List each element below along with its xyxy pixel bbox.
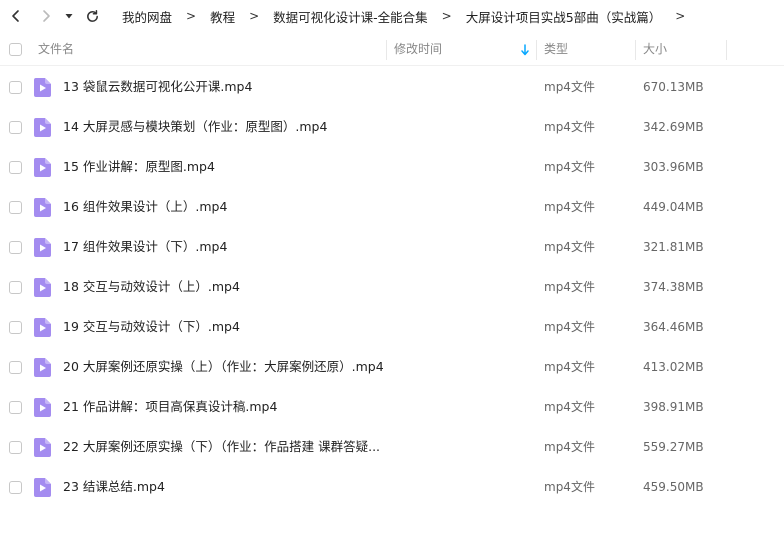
caret-down-icon [65,14,73,19]
file-size: 449.04MB [643,200,704,214]
file-size: 342.69MB [643,120,704,134]
file-size: 374.38MB [643,280,704,294]
breadcrumb-item-tutorials[interactable]: 教程 [210,7,235,26]
row-checkbox[interactable] [9,321,22,334]
row-checkbox[interactable] [9,441,22,454]
file-name[interactable]: 17 组件效果设计（下）.mp4 [63,227,227,267]
video-file-icon [34,478,51,497]
table-row[interactable]: 19 交互与动效设计（下）.mp4 mp4文件 364.46MB [0,307,784,347]
file-type: mp4文件 [544,160,595,174]
column-divider[interactable] [536,40,537,60]
column-header-type[interactable]: 类型 [544,33,568,66]
file-list-header: 文件名 修改时间 类型 大小 [0,33,784,66]
row-checkbox[interactable] [9,481,22,494]
table-row[interactable]: 13 袋鼠云数据可视化公开课.mp4 mp4文件 670.13MB [0,67,784,107]
select-all-checkbox[interactable] [9,43,22,56]
column-divider[interactable] [635,40,636,60]
breadcrumb: 我的网盘 > 教程 > 数据可视化设计课-全能合集 > 大屏设计项目实战5部曲（… [122,0,699,32]
table-row[interactable]: 16 组件效果设计（上）.mp4 mp4文件 449.04MB [0,187,784,227]
video-file-icon [34,278,51,297]
file-size: 398.91MB [643,400,704,414]
file-name[interactable]: 18 交互与动效设计（上）.mp4 [63,267,240,307]
file-size: 670.13MB [643,80,704,94]
video-file-icon [34,158,51,177]
file-size: 413.02MB [643,360,704,374]
row-checkbox[interactable] [9,281,22,294]
video-file-icon [34,398,51,417]
file-name[interactable]: 20 大屏案例还原实操（上）（作业：大屏案例还原）.mp4 [63,347,384,387]
file-size: 559.27MB [643,440,704,454]
breadcrumb-separator[interactable]: > [675,9,685,23]
file-name[interactable]: 16 组件效果设计（上）.mp4 [63,187,227,227]
file-type: mp4文件 [544,120,595,134]
breadcrumb-separator: > [249,9,260,23]
video-file-icon [34,78,51,97]
back-button[interactable] [4,4,28,28]
row-checkbox[interactable] [9,81,22,94]
file-name[interactable]: 22 大屏案例还原实操（下）（作业：作品搭建 课群答疑... [63,427,380,467]
refresh-button[interactable] [80,4,104,28]
file-type: mp4文件 [544,200,595,214]
chevron-left-icon [12,10,19,22]
row-checkbox[interactable] [9,401,22,414]
column-header-name[interactable]: 文件名 [38,33,74,66]
chevron-right-icon [43,10,50,22]
row-checkbox[interactable] [9,361,22,374]
file-name[interactable]: 23 结课总结.mp4 [63,467,165,507]
history-dropdown-button[interactable] [59,4,79,28]
file-type: mp4文件 [544,80,595,94]
file-size: 459.50MB [643,480,704,494]
video-file-icon [34,198,51,217]
file-type: mp4文件 [544,400,595,414]
breadcrumb-separator: > [441,9,452,23]
file-name[interactable]: 21 作品讲解：项目高保真设计稿.mp4 [63,387,277,427]
sort-descending-icon[interactable] [520,44,530,56]
column-divider[interactable] [726,40,727,60]
row-checkbox[interactable] [9,161,22,174]
column-divider[interactable] [386,40,387,60]
breadcrumb-item-my-drive[interactable]: 我的网盘 [122,7,172,26]
file-name[interactable]: 15 作业讲解：原型图.mp4 [63,147,215,187]
file-name[interactable]: 13 袋鼠云数据可视化公开课.mp4 [63,67,252,107]
file-type: mp4文件 [544,360,595,374]
breadcrumb-item-course-collection[interactable]: 数据可视化设计课-全能合集 [273,7,428,26]
row-checkbox[interactable] [9,241,22,254]
row-checkbox[interactable] [9,121,22,134]
file-type: mp4文件 [544,280,595,294]
video-file-icon [34,118,51,137]
video-file-icon [34,438,51,457]
table-row[interactable]: 18 交互与动效设计（上）.mp4 mp4文件 374.38MB [0,267,784,307]
table-row[interactable]: 14 大屏灵感与模块策划（作业：原型图）.mp4 mp4文件 342.69MB [0,107,784,147]
column-header-modified[interactable]: 修改时间 [394,33,442,66]
table-row[interactable]: 22 大屏案例还原实操（下）（作业：作品搭建 课群答疑... mp4文件 559… [0,427,784,467]
table-row[interactable]: 17 组件效果设计（下）.mp4 mp4文件 321.81MB [0,227,784,267]
table-row[interactable]: 23 结课总结.mp4 mp4文件 459.50MB [0,467,784,507]
refresh-icon [86,9,98,22]
file-size: 303.96MB [643,160,704,174]
table-row[interactable]: 21 作品讲解：项目高保真设计稿.mp4 mp4文件 398.91MB [0,387,784,427]
breadcrumb-separator: > [186,9,197,23]
row-checkbox[interactable] [9,201,22,214]
video-file-icon [34,318,51,337]
table-row[interactable]: 20 大屏案例还原实操（上）（作业：大屏案例还原）.mp4 mp4文件 413.… [0,347,784,387]
toolbar: 我的网盘 > 教程 > 数据可视化设计课-全能合集 > 大屏设计项目实战5部曲（… [0,0,784,32]
table-row[interactable]: 15 作业讲解：原型图.mp4 mp4文件 303.96MB [0,147,784,187]
file-type: mp4文件 [544,240,595,254]
video-file-icon [34,358,51,377]
file-type: mp4文件 [544,480,595,494]
file-size: 321.81MB [643,240,704,254]
video-file-icon [34,238,51,257]
file-type: mp4文件 [544,320,595,334]
column-header-size[interactable]: 大小 [643,33,667,66]
forward-button[interactable] [34,4,58,28]
file-name[interactable]: 14 大屏灵感与模块策划（作业：原型图）.mp4 [63,107,327,147]
breadcrumb-item-current-folder[interactable]: 大屏设计项目实战5部曲（实战篇） [466,7,661,26]
file-type: mp4文件 [544,440,595,454]
file-size: 364.46MB [643,320,704,334]
file-name[interactable]: 19 交互与动效设计（下）.mp4 [63,307,240,347]
